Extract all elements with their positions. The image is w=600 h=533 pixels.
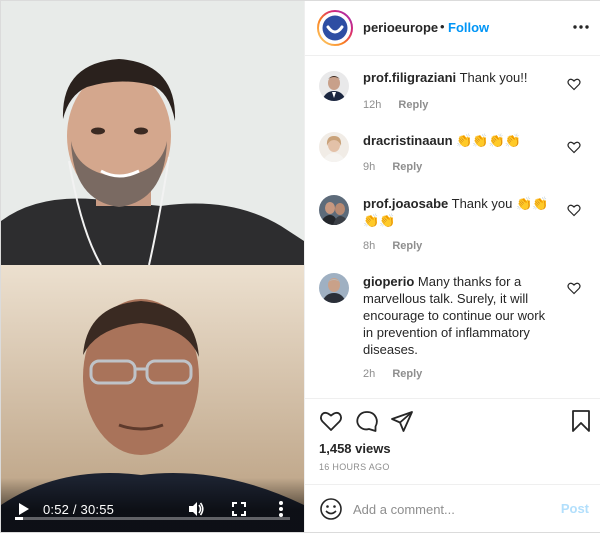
like-comment-icon[interactable] [567, 203, 581, 217]
participant-1-image [1, 1, 304, 265]
reply-button[interactable]: Reply [392, 240, 422, 252]
like-heart-icon[interactable] [319, 409, 343, 433]
post-header: perioeurope • Follow [305, 1, 600, 56]
post-time: 16 HOURS AGO [319, 462, 390, 472]
volume-icon[interactable] [187, 500, 205, 518]
video-controls: 0:52 / 30:55 [1, 478, 304, 532]
comment-text: dracristinaaun 👏👏👏👏 [363, 132, 553, 149]
play-icon[interactable] [15, 501, 31, 517]
header-separator: • [440, 19, 445, 34]
video-time: 0:52 / 30:55 [43, 501, 115, 517]
commenter-avatar[interactable] [319, 132, 349, 162]
comment-content: 👏👏👏👏 [456, 133, 521, 148]
reply-button[interactable]: Reply [398, 99, 428, 111]
emoji-smiley-icon[interactable] [319, 497, 343, 521]
comment-time: 8h [363, 240, 376, 252]
comment-time: 12h [363, 99, 382, 111]
comment-content: Thank you!! [459, 70, 528, 85]
post-button[interactable]: Post [561, 501, 589, 516]
comment-text: prof.joaosabe Thank you 👏👏 👏👏 [363, 195, 553, 229]
commenter-avatar[interactable] [319, 71, 349, 101]
comment-time: 9h [363, 161, 376, 173]
reply-button[interactable]: Reply [392, 368, 422, 380]
post-window: 0:52 / 30:55 perioeurope • Follow prof.f… [0, 0, 600, 533]
more-options-icon[interactable] [573, 18, 589, 36]
comments-list: prof.filigraziani Thank you!! 12h Reply … [305, 57, 600, 397]
post-side-panel: perioeurope • Follow prof.filigraziani T… [304, 1, 600, 532]
commenter-avatar[interactable] [319, 195, 349, 225]
video-progress-fill [15, 517, 23, 520]
account-username[interactable]: perioeurope [363, 20, 438, 35]
save-bookmark-icon[interactable] [569, 409, 593, 433]
comment-composer: Post [305, 484, 600, 532]
comment-meta: 8h Reply [363, 240, 422, 252]
comment-meta: 9h Reply [363, 161, 422, 173]
share-paper-plane-icon[interactable] [390, 409, 414, 433]
video-top-participant [1, 1, 304, 265]
video-progress-bar[interactable] [15, 517, 290, 520]
comment-username[interactable]: prof.joaosabe [363, 196, 448, 211]
like-comment-icon[interactable] [567, 140, 581, 154]
follow-button[interactable]: Follow [448, 20, 489, 35]
more-vertical-icon[interactable] [276, 500, 286, 518]
views-count[interactable]: 1,458 views [319, 441, 391, 456]
comment-username[interactable]: gioperio [363, 274, 414, 289]
comment-bubble-icon[interactable] [355, 409, 379, 433]
comment-meta: 12h Reply [363, 99, 428, 111]
post-actions: 1,458 views 16 HOURS AGO [305, 398, 600, 484]
video-player[interactable]: 0:52 / 30:55 [1, 1, 304, 532]
reply-button[interactable]: Reply [392, 161, 422, 173]
comment-meta: 2h Reply [363, 368, 422, 380]
like-comment-icon[interactable] [567, 77, 581, 91]
comment-input[interactable] [353, 498, 543, 520]
account-avatar[interactable] [317, 10, 353, 46]
comment-username[interactable]: prof.filigraziani [363, 70, 456, 85]
fullscreen-icon[interactable] [232, 502, 246, 516]
comment-username[interactable]: dracristinaaun [363, 133, 453, 148]
like-comment-icon[interactable] [567, 281, 581, 295]
comment-text: prof.filigraziani Thank you!! [363, 69, 553, 86]
comment-text: gioperio Many thanks for a marvellous ta… [363, 273, 553, 358]
commenter-avatar[interactable] [319, 273, 349, 303]
comment-time: 2h [363, 368, 376, 380]
